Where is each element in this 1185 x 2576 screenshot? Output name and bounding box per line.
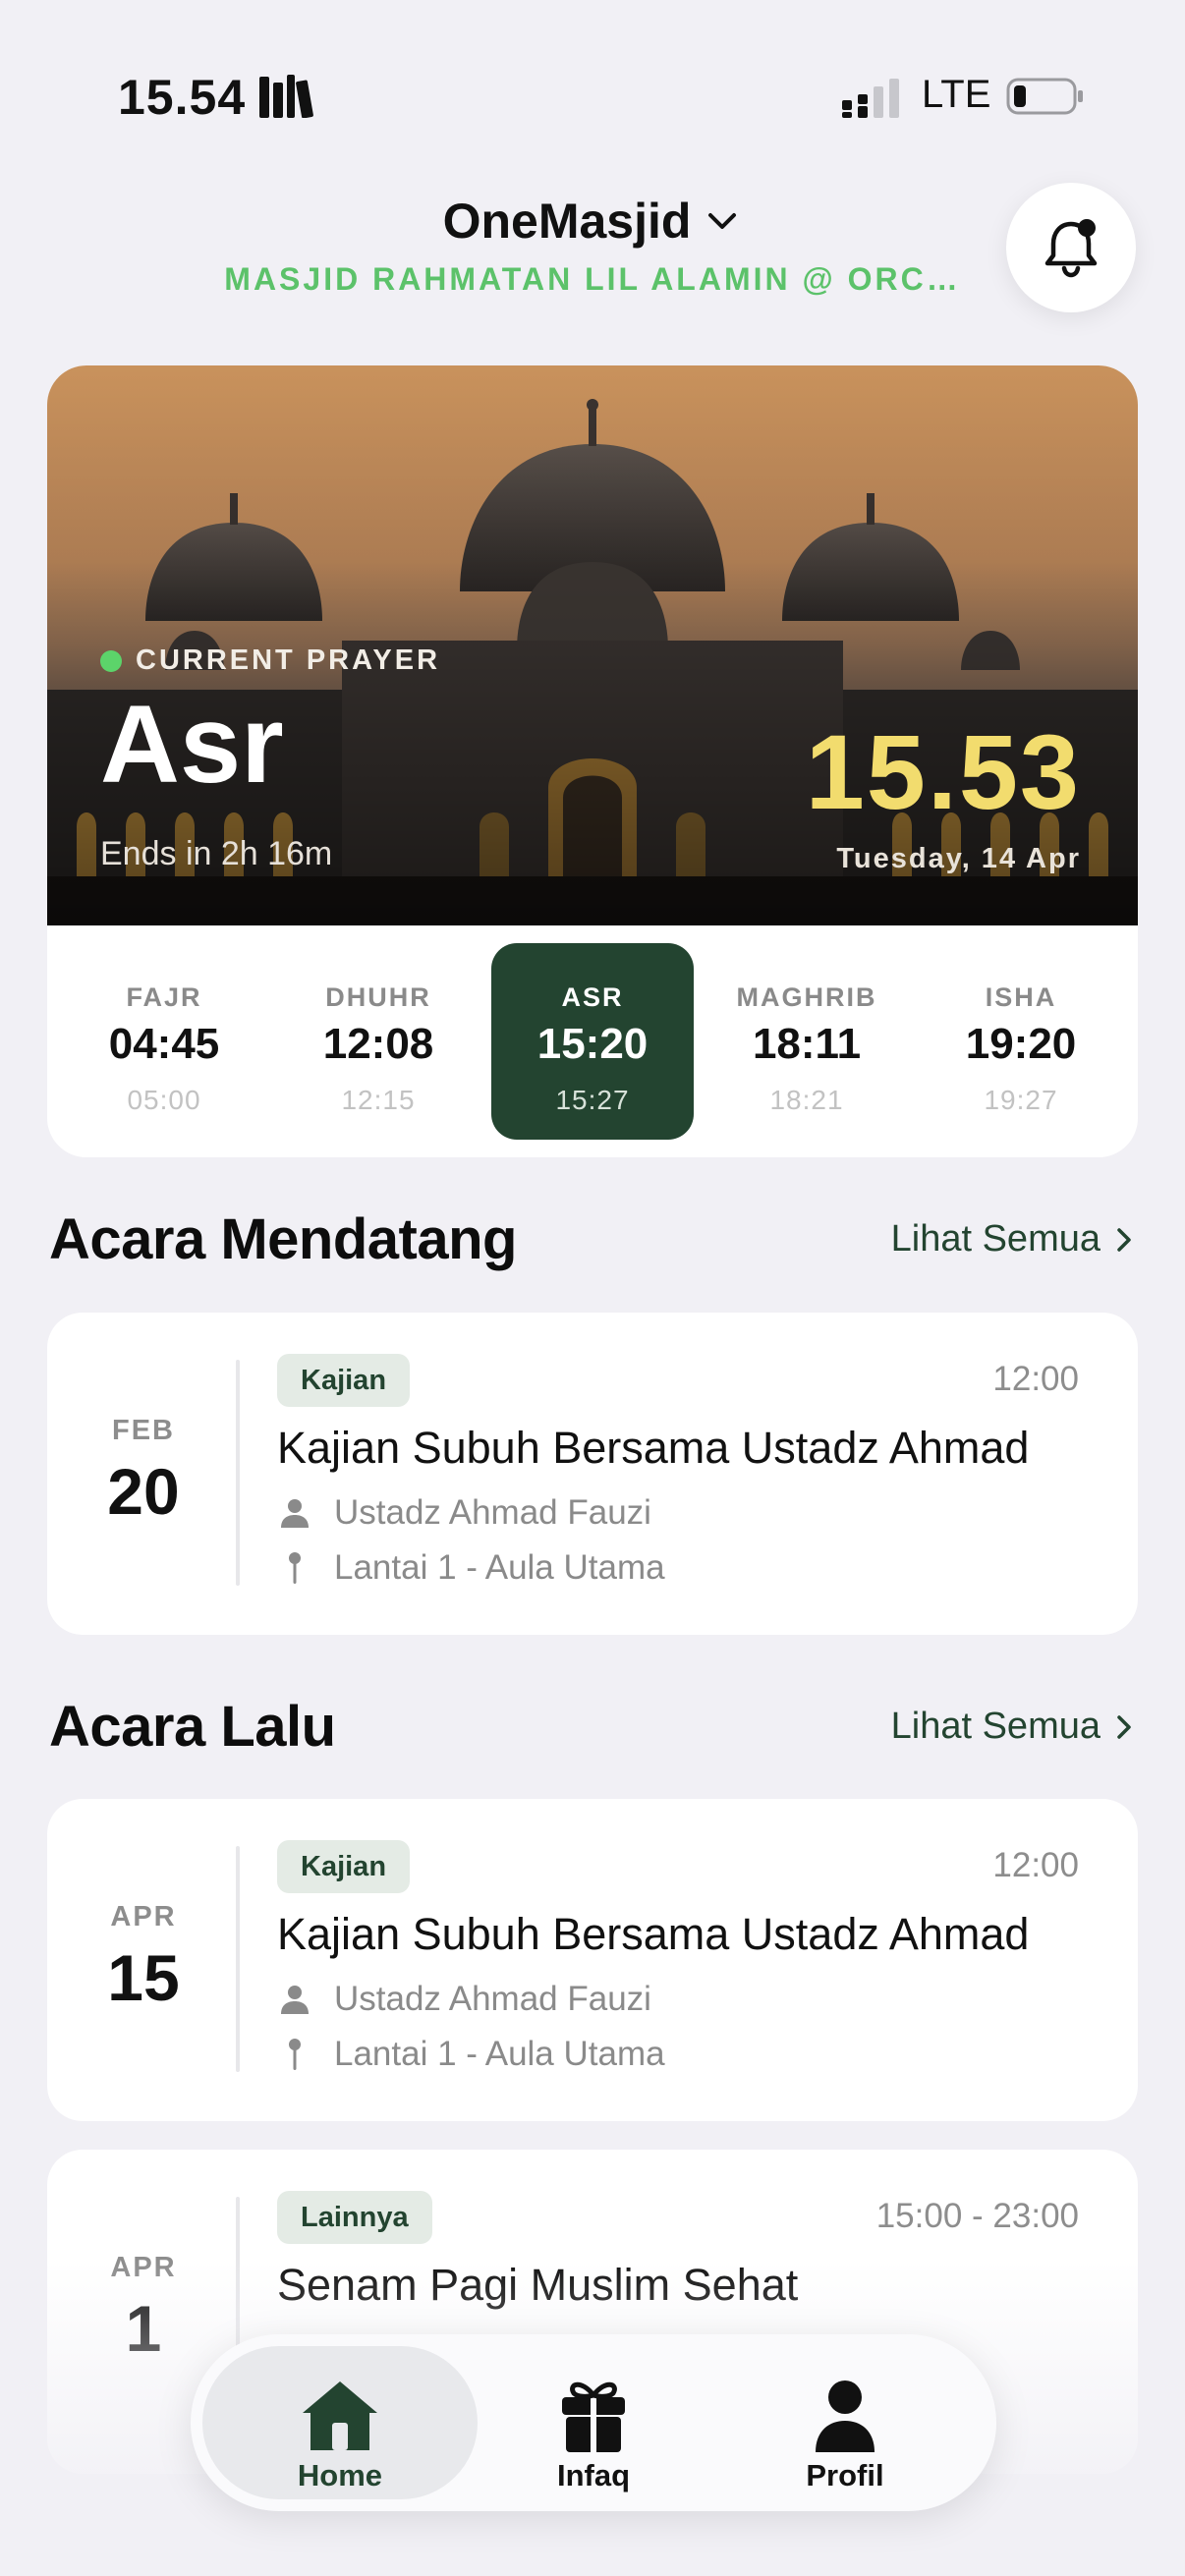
- event-speaker: Ustadz Ahmad Fauzi: [277, 1980, 651, 2019]
- chevron-right-icon: [1117, 1227, 1131, 1252]
- event-speaker: Ustadz Ahmad Fauzi: [277, 1493, 651, 1533]
- library-icon: [259, 75, 313, 118]
- chevron-down-icon: [708, 213, 737, 229]
- iqamah-time: 15:27: [555, 1085, 630, 1115]
- prayer-time: 15:20: [536, 1020, 649, 1068]
- event-location: Lantai 1 - Aula Utama: [277, 1548, 665, 1588]
- home-icon: [303, 2381, 377, 2450]
- chevron-right-icon: [1117, 1714, 1131, 1739]
- masjid-selector[interactable]: OneMasjid: [443, 193, 743, 250]
- event-card[interactable]: APR 15 Kajian 12:00 Kajian Subuh Bersama…: [47, 1799, 1138, 2121]
- prayer-times-card: CURRENT PRAYER Asr Ends in 2h 16m 15.53 …: [47, 365, 1138, 1157]
- event-day: 1: [125, 2292, 162, 2365]
- past-see-all-link[interactable]: Lihat Semua: [891, 1706, 1138, 1748]
- notification-button[interactable]: [1006, 183, 1136, 312]
- prayer-name: ASR: [561, 982, 624, 1012]
- event-time: 12:00: [992, 1846, 1079, 1884]
- person-icon: [281, 1986, 309, 2014]
- event-month: FEB: [112, 1415, 175, 1446]
- event-category-tag: Kajian: [277, 1354, 411, 1407]
- see-all-label: Lihat Semua: [890, 1218, 1100, 1260]
- event-title: Kajian Subuh Bersama Ustadz Ahmad: [277, 1423, 1030, 1473]
- tab-profil[interactable]: Profil: [707, 2346, 983, 2499]
- upcoming-see-all-link[interactable]: Lihat Semua: [891, 1218, 1138, 1260]
- current-prayer-label-text: CURRENT PRAYER: [136, 644, 441, 676]
- prayer-slot-isha[interactable]: ISHA 19:20 19:27: [920, 943, 1122, 1140]
- prayer-name: DHUHR: [325, 982, 431, 1012]
- current-prayer-ends-in: Ends in 2h 16m: [100, 835, 333, 872]
- event-location-text: Lantai 1 - Aula Utama: [334, 2035, 665, 2073]
- event-time: 15:00 - 23:00: [875, 2197, 1079, 2235]
- mosque-hero-image: CURRENT PRAYER Asr Ends in 2h 16m 15.53 …: [47, 365, 1138, 925]
- bottom-tab-bar: Home Infaq Profil: [191, 2334, 996, 2511]
- tab-label: Home: [297, 2458, 383, 2492]
- gift-icon: [562, 2381, 625, 2452]
- event-title: Senam Pagi Muslim Sehat: [277, 2260, 799, 2310]
- cellular-signal-icon: [842, 79, 899, 118]
- prayer-name: FAJR: [126, 982, 202, 1012]
- current-prayer-name: Asr: [100, 683, 284, 806]
- iqamah-time: 12:15: [341, 1085, 416, 1115]
- live-indicator-dot: [100, 649, 122, 672]
- prayer-time: 12:08: [322, 1020, 434, 1068]
- event-title: Kajian Subuh Bersama Ustadz Ahmad: [277, 1909, 1030, 1959]
- iqamah-time: 05:00: [127, 1085, 201, 1115]
- tab-label: Infaq: [556, 2458, 631, 2492]
- masjid-name[interactable]: MASJID RAHMATAN LIL ALAMIN @ ORC…: [197, 261, 988, 298]
- see-all-label: Lihat Semua: [890, 1706, 1100, 1747]
- current-prayer-label: CURRENT PRAYER: [100, 644, 440, 677]
- event-day: 15: [107, 1941, 180, 2014]
- event-card[interactable]: FEB 20 Kajian 12:00 Kajian Subuh Bersama…: [47, 1313, 1138, 1635]
- upcoming-events-title: Acara Mendatang: [49, 1207, 517, 1271]
- event-speaker-text: Ustadz Ahmad Fauzi: [334, 1980, 651, 2018]
- prayer-slot-dhuhr[interactable]: DHUHR 12:08 12:15: [277, 943, 480, 1140]
- event-location-text: Lantai 1 - Aula Utama: [334, 1548, 665, 1587]
- past-events-title: Acara Lalu: [49, 1695, 336, 1759]
- event-month: APR: [110, 2252, 177, 2283]
- person-icon: [816, 2380, 875, 2452]
- bell-icon: [1044, 219, 1098, 278]
- current-clock: 15.53: [805, 712, 1081, 831]
- prayer-slot-fajr[interactable]: FAJR 04:45 05:00: [63, 943, 265, 1140]
- status-bar: 15.54 LTE: [0, 0, 1185, 177]
- event-location: Lantai 1 - Aula Utama: [277, 2035, 665, 2074]
- event-divider: [236, 1846, 240, 2072]
- person-icon: [281, 1499, 309, 1528]
- prayer-name: ISHA: [985, 982, 1057, 1012]
- app-title: OneMasjid: [442, 194, 692, 249]
- prayer-time: 18:11: [752, 1020, 862, 1068]
- prayer-name: MAGHRIB: [736, 982, 877, 1012]
- iqamah-time: 19:27: [984, 1085, 1058, 1115]
- prayer-slot-maghrib[interactable]: MAGHRIB 18:11 18:21: [705, 943, 908, 1140]
- event-divider: [236, 1360, 240, 1586]
- event-speaker-text: Ustadz Ahmad Fauzi: [334, 1493, 651, 1532]
- prayer-time: 04:45: [108, 1020, 220, 1068]
- tab-infaq[interactable]: Infaq: [456, 2346, 731, 2499]
- tab-label: Profil: [806, 2458, 884, 2492]
- event-time: 12:00: [992, 1360, 1079, 1398]
- prayer-time: 19:20: [965, 1020, 1077, 1068]
- pin-icon: [289, 2039, 301, 2070]
- iqamah-time: 18:21: [769, 1085, 844, 1115]
- tab-home[interactable]: Home: [202, 2346, 478, 2499]
- event-category-tag: Lainnya: [277, 2191, 432, 2244]
- event-day: 20: [107, 1455, 180, 1528]
- current-date: Tuesday, 14 Apr: [836, 843, 1081, 874]
- battery-icon: [1006, 78, 1083, 115]
- event-category-tag: Kajian: [277, 1840, 411, 1893]
- status-time: 15.54: [118, 70, 247, 125]
- event-month: APR: [110, 1901, 177, 1932]
- prayer-schedule-row: FAJR 04:45 05:00 DHUHR 12:08 12:15 ASR 1…: [47, 925, 1138, 1157]
- prayer-slot-asr[interactable]: ASR 15:20 15:27: [491, 943, 694, 1140]
- network-label: LTE: [922, 73, 991, 116]
- pin-icon: [289, 1552, 301, 1584]
